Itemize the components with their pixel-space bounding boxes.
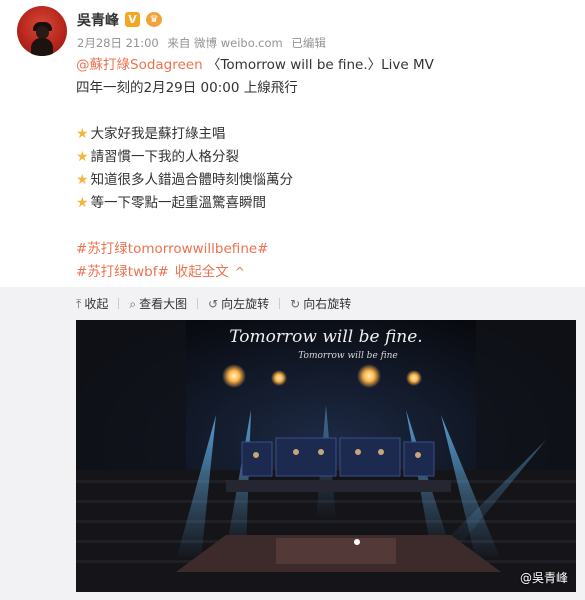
view-large-button[interactable]: ⌕ 查看大图 — [129, 295, 187, 312]
stage-front — [226, 480, 451, 492]
star-line-text: 大家好我是蘇打綠主唱 — [90, 126, 226, 142]
rotate-left-button[interactable]: ↺ 向左旋转 — [208, 295, 269, 312]
right-wall — [476, 320, 576, 470]
view-large-label: 查看大图 — [139, 297, 188, 311]
stage-subtitle-text: Tomorrow will be fine — [298, 351, 398, 361]
concert-photo[interactable]: Tomorrow will be fine. Tomorrow will be … — [76, 320, 576, 592]
star-icon: ★ — [76, 149, 89, 165]
media-panel: ⤒ 收起 ⌕ 查看大图 ↺ 向左旋转 ↻ 向右旋转 Tomorrow will … — [0, 287, 585, 600]
star-line-1: ★ 大家好我是蘇打綠主唱 — [76, 123, 566, 146]
post-header: 吳青峰 V ♛ 2月28日 21:00 来自 微博 weibo.com 已编辑 — [17, 6, 577, 58]
star-line-text: 請習慣一下我的人格分裂 — [90, 149, 240, 165]
mv-title: 〈Tomorrow will be fine.〉Live MV — [202, 57, 434, 73]
rotate-right-button[interactable]: ↻ 向右旋转 — [290, 295, 351, 312]
star-line-3: ★ 知道很多人錯過合體時刻懊惱萬分 — [76, 169, 566, 192]
divider — [279, 298, 281, 309]
star-icon: ★ — [76, 172, 89, 188]
stage-title-text: Tomorrow will be fine. — [229, 327, 422, 347]
divider — [118, 298, 120, 309]
image-toolbar: ⤒ 收起 ⌕ 查看大图 ↺ 向左旋转 ↻ 向右旋转 — [76, 295, 361, 313]
collapse-label: 收起 — [84, 297, 109, 311]
stage-platform — [276, 538, 396, 564]
content-line-1: @蘇打綠Sodagreen 〈Tomorrow will be fine.〉Li… — [76, 54, 566, 77]
post-time[interactable]: 2月28日 21:00 — [77, 36, 159, 50]
rotate-left-label: 向左旋转 — [221, 297, 270, 311]
content-line-2: 四年一刻的2月29日 00:00 上線飛行 — [76, 80, 298, 96]
chevron-up-icon[interactable]: ^ — [235, 265, 245, 279]
member-crown-icon[interactable]: ♛ — [146, 12, 162, 27]
collapse-button[interactable]: ⤒ 收起 — [76, 295, 108, 312]
avatar-body — [31, 38, 53, 56]
rotate-right-label: 向右旋转 — [303, 297, 352, 311]
magnifier-icon: ⌕ — [129, 297, 137, 311]
hashtag-line-2: #苏打绿twbf# 收起全文 ^ — [76, 261, 566, 284]
stage-lamp — [357, 364, 381, 388]
username[interactable]: 吳青峰 — [77, 10, 119, 30]
star-line-4: ★ 等一下零點一起重溫驚喜瞬間 — [76, 192, 566, 215]
stage-lamp — [222, 364, 246, 388]
hashtag-line-1: #苏打绿tomorrowwillbefine# — [76, 238, 566, 261]
left-wall — [76, 320, 186, 470]
star-icon: ★ — [76, 195, 89, 211]
star-icon: ★ — [76, 126, 89, 142]
hashtag-link[interactable]: #苏打绿twbf# — [76, 264, 169, 280]
rotate-left-icon: ↺ — [208, 297, 219, 311]
stage-lamp — [271, 370, 287, 386]
avatar[interactable] — [17, 6, 67, 56]
post-meta: 2月28日 21:00 来自 微博 weibo.com 已编辑 — [77, 35, 331, 51]
stage-lamp — [406, 370, 422, 386]
weibo-watermark: @吳青峰 — [519, 571, 568, 585]
verified-icon[interactable]: V — [125, 12, 140, 27]
divider — [197, 298, 199, 309]
edited-label[interactable]: 已编辑 — [291, 36, 326, 50]
star-line-text: 等一下零點一起重溫驚喜瞬間 — [90, 195, 267, 211]
arrow-up-icon: ⤒ — [76, 297, 82, 311]
concert-image: Tomorrow will be fine. Tomorrow will be … — [76, 320, 576, 592]
hashtag-link[interactable]: #苏打绿tomorrowwillbefine# — [76, 241, 269, 257]
mention-link[interactable]: @蘇打綠Sodagreen — [76, 57, 203, 73]
post-content: @蘇打綠Sodagreen 〈Tomorrow will be fine.〉Li… — [76, 54, 566, 284]
star-line-2: ★ 請習慣一下我的人格分裂 — [76, 146, 566, 169]
performer-icon — [354, 539, 360, 545]
post-source[interactable]: 来自 微博 weibo.com — [167, 36, 282, 50]
collapse-text-link[interactable]: 收起全文 — [175, 264, 229, 280]
star-line-text: 知道很多人錯過合體時刻懊惱萬分 — [90, 172, 294, 188]
rotate-right-icon: ↻ — [290, 297, 301, 311]
